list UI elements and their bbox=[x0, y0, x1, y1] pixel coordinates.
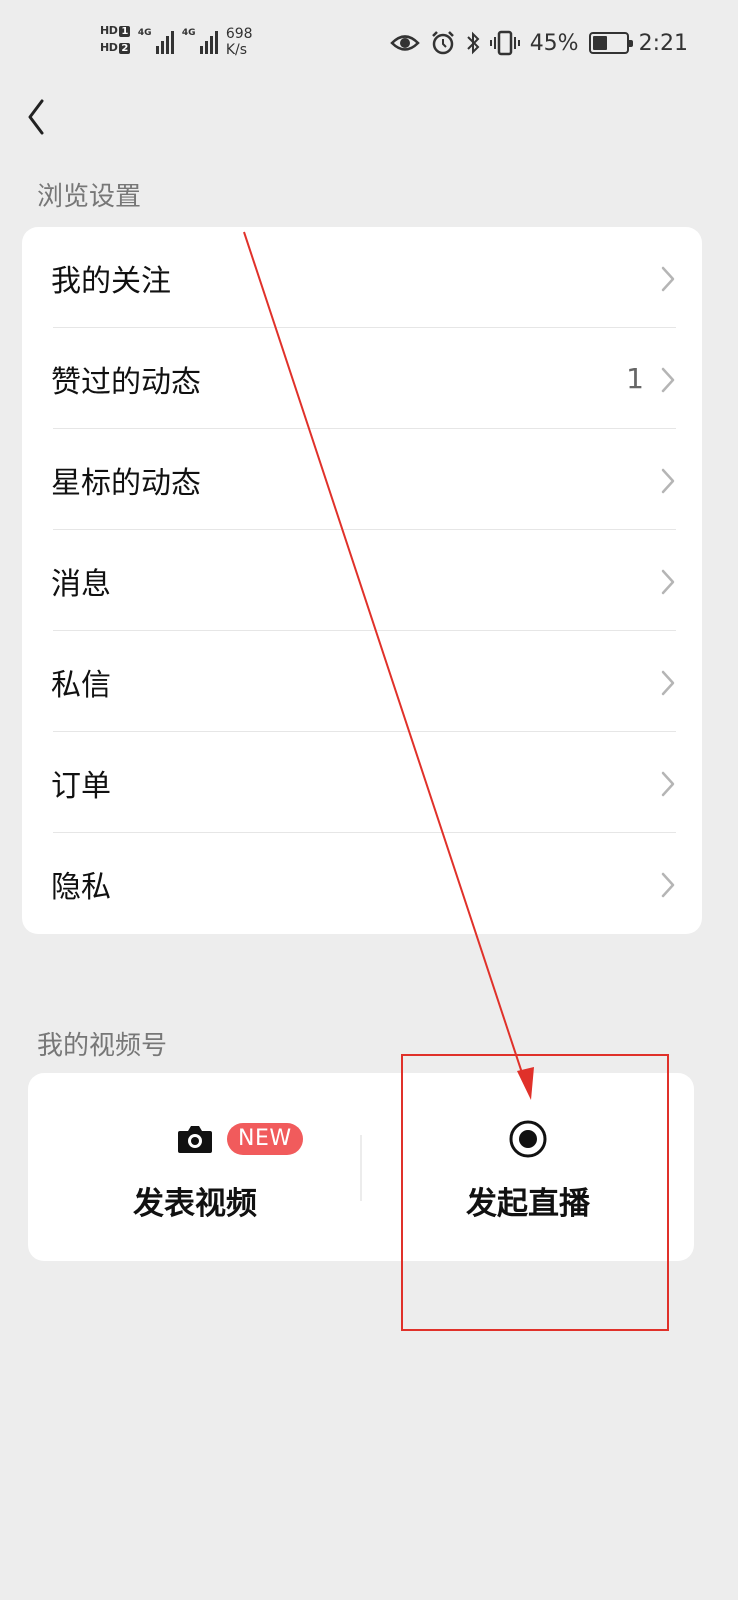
bluetooth-icon bbox=[466, 31, 480, 55]
my-channels-title: 我的视频号 bbox=[37, 1031, 168, 1061]
go-live-button[interactable]: 发起直播 bbox=[362, 1073, 694, 1261]
back-button[interactable] bbox=[22, 95, 58, 139]
chevron-right-icon bbox=[661, 468, 675, 494]
signal-1-icon: 4G bbox=[138, 24, 174, 54]
menu-item-direct-messages[interactable]: 私信 bbox=[22, 631, 702, 732]
post-video-label: 发表视频 bbox=[133, 1186, 257, 1222]
browse-settings-card: 我的关注 赞过的动态 1 星标的动态 消息 私信 订单 隐私 bbox=[22, 227, 702, 934]
hd-indicators: HD 1 HD 2 bbox=[100, 24, 130, 55]
chevron-right-icon bbox=[661, 670, 675, 696]
browse-settings-title: 浏览设置 bbox=[37, 182, 142, 212]
network-speed: 698 K/s bbox=[226, 26, 253, 58]
battery-icon bbox=[588, 32, 633, 54]
status-right: 45% 2:21 bbox=[389, 30, 688, 56]
hd-1: HD 1 bbox=[100, 24, 130, 37]
new-badge: NEW bbox=[227, 1123, 303, 1155]
record-icon bbox=[509, 1120, 547, 1158]
menu-item-label: 订单 bbox=[51, 768, 111, 804]
menu-item-label: 私信 bbox=[51, 667, 111, 703]
battery-percent: 45% bbox=[529, 30, 579, 56]
menu-item-privacy[interactable]: 隐私 bbox=[22, 833, 702, 934]
go-live-label: 发起直播 bbox=[466, 1186, 590, 1222]
chevron-right-icon bbox=[661, 569, 675, 595]
clock: 2:21 bbox=[638, 30, 688, 56]
hd-2: HD 2 bbox=[100, 41, 130, 54]
menu-item-label: 消息 bbox=[51, 566, 111, 602]
channels-card: NEW 发表视频 发起直播 bbox=[28, 1073, 694, 1261]
menu-item-messages[interactable]: 消息 bbox=[22, 530, 702, 631]
vibrate-icon bbox=[489, 30, 520, 56]
menu-item-liked-posts[interactable]: 赞过的动态 1 bbox=[22, 328, 702, 429]
alarm-icon bbox=[431, 31, 454, 55]
menu-item-following[interactable]: 我的关注 bbox=[22, 227, 702, 328]
chevron-left-icon bbox=[28, 99, 44, 135]
menu-item-starred-posts[interactable]: 星标的动态 bbox=[22, 429, 702, 530]
menu-item-label: 赞过的动态 bbox=[51, 364, 201, 400]
chevron-right-icon bbox=[661, 266, 675, 292]
chevron-right-icon bbox=[661, 367, 675, 393]
chevron-right-icon bbox=[661, 771, 675, 797]
menu-item-label: 隐私 bbox=[51, 869, 111, 905]
status-bar: HD 1 HD 2 4G 4G 698 K/s 45% 2:21 bbox=[0, 0, 738, 92]
menu-item-orders[interactable]: 订单 bbox=[22, 732, 702, 833]
camera-icon bbox=[178, 1126, 212, 1153]
battery-fill bbox=[592, 36, 607, 50]
speed-unit: K/s bbox=[225, 42, 248, 58]
post-video-button[interactable]: NEW 发表视频 bbox=[28, 1073, 360, 1261]
status-left: HD 1 HD 2 4G 4G 698 K/s bbox=[100, 24, 253, 58]
menu-item-label: 我的关注 bbox=[51, 263, 171, 299]
menu-item-count: 1 bbox=[626, 362, 644, 395]
eye-icon bbox=[389, 35, 420, 51]
chevron-right-icon bbox=[661, 872, 675, 898]
speed-value: 698 bbox=[225, 26, 253, 42]
menu-item-label: 星标的动态 bbox=[51, 465, 201, 501]
signal-2-icon: 4G bbox=[182, 24, 218, 54]
